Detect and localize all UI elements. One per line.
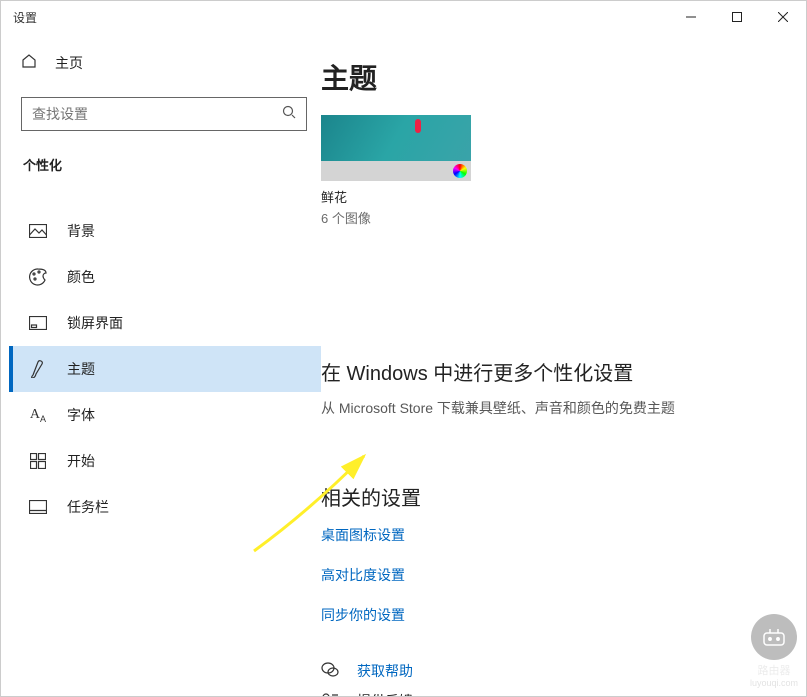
more-personalization-desc: 从 Microsoft Store 下载兼具壁纸、声音和颜色的免费主题 <box>321 398 782 418</box>
theme-preview-image <box>321 115 471 161</box>
watermark-icon <box>751 614 797 660</box>
start-icon <box>29 452 47 470</box>
sidebar-item-fonts[interactable]: AA 字体 <box>9 392 321 438</box>
main-content: 主题 鲜花 6 个图像 在 Windows 中进行更多个性化设置 从 Micro… <box>321 33 806 696</box>
watermark-text2: luyouqi.com <box>750 678 798 688</box>
sidebar-item-lockscreen[interactable]: 锁屏界面 <box>9 300 321 346</box>
sidebar-item-label: 字体 <box>67 405 95 425</box>
theme-color-strip <box>321 161 471 181</box>
related-settings-heading: 相关的设置 <box>321 482 782 511</box>
search-input[interactable] <box>32 106 282 122</box>
sidebar-item-taskbar[interactable]: 任务栏 <box>9 484 321 530</box>
window-title: 设置 <box>13 9 37 26</box>
more-personalization-heading: 在 Windows 中进行更多个性化设置 <box>321 357 782 386</box>
link-sync-settings[interactable]: 同步你的设置 <box>321 605 782 625</box>
sidebar-item-background[interactable]: 背景 <box>9 208 321 254</box>
close-button[interactable] <box>760 1 806 33</box>
colorwheel-icon <box>453 164 467 178</box>
theme-tile[interactable]: 鲜花 6 个图像 <box>321 115 471 227</box>
get-help-label: 获取帮助 <box>357 661 413 681</box>
feedback-icon <box>321 692 339 697</box>
help-icon <box>321 662 339 681</box>
sidebar-section-label: 个性化 <box>9 147 321 184</box>
page-title: 主题 <box>321 57 782 97</box>
sidebar-item-label: 主题 <box>67 359 95 379</box>
sidebar: 主页 个性化 背景 颜色 锁屏界面 主题 <box>1 33 321 696</box>
sidebar-item-label: 任务栏 <box>67 497 109 517</box>
watermark-text1: 路由器 <box>757 662 790 678</box>
sidebar-item-label: 锁屏界面 <box>67 313 123 333</box>
minimize-button[interactable] <box>668 1 714 33</box>
sidebar-item-label: 颜色 <box>67 267 95 287</box>
sidebar-item-themes[interactable]: 主题 <box>9 346 321 392</box>
font-icon: AA <box>29 406 47 424</box>
sidebar-item-colors[interactable]: 颜色 <box>9 254 321 300</box>
sidebar-home[interactable]: 主页 <box>9 43 321 83</box>
sidebar-nav: 背景 颜色 锁屏界面 主题 AA 字体 开始 <box>9 208 321 530</box>
brush-icon <box>29 360 47 378</box>
watermark: 路由器 luyouqi.com <box>750 614 798 688</box>
sidebar-item-label: 开始 <box>67 451 95 471</box>
maximize-button[interactable] <box>714 1 760 33</box>
theme-subtext: 6 个图像 <box>321 208 471 227</box>
give-feedback-label: 提供反馈 <box>357 691 413 696</box>
taskbar-icon <box>29 498 47 516</box>
titlebar: 设置 <box>1 1 806 33</box>
home-icon <box>21 53 37 74</box>
window-controls <box>668 1 806 33</box>
link-desktop-icon-settings[interactable]: 桌面图标设置 <box>321 525 782 545</box>
sidebar-item-label: 背景 <box>67 221 95 241</box>
search-input-container[interactable] <box>21 97 307 131</box>
palette-icon <box>29 268 47 286</box>
get-help-link[interactable]: 获取帮助 <box>321 661 782 681</box>
link-high-contrast-settings[interactable]: 高对比度设置 <box>321 565 782 585</box>
give-feedback-link[interactable]: 提供反馈 <box>321 691 782 696</box>
sidebar-item-start[interactable]: 开始 <box>9 438 321 484</box>
image-icon <box>29 222 47 240</box>
home-label: 主页 <box>55 53 83 73</box>
theme-name: 鲜花 <box>321 187 471 206</box>
lockscreen-icon <box>29 314 47 332</box>
search-icon <box>282 105 296 124</box>
